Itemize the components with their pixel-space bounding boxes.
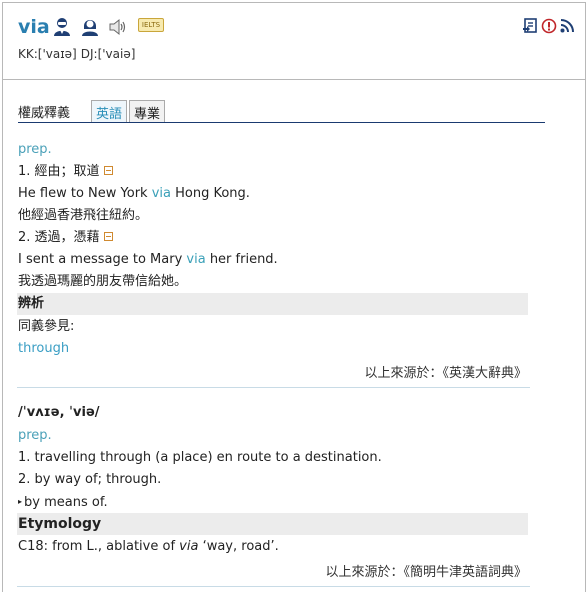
- tab-professional[interactable]: 專業: [129, 100, 166, 122]
- example-1: He flew to New York via Hong Kong.: [18, 185, 250, 203]
- speaker-icon[interactable]: [108, 17, 128, 37]
- source-citation: 以上來源於：《英漢大辭典》: [364, 366, 527, 381]
- male-voice-icon[interactable]: [53, 17, 71, 37]
- sense-2: 2. by way of; through.: [18, 472, 162, 487]
- tab-english[interactable]: 英語: [91, 100, 128, 122]
- triangle-bullet-icon: ▸: [18, 497, 23, 506]
- example-2-translation: 我透過瑪麗的朋友帶信給她。: [18, 274, 188, 289]
- example-2-headword: via: [186, 252, 206, 267]
- pronunciation: KK:['vaɪə] DJ:['vaiə]: [18, 47, 139, 61]
- example-1-translation: 他經過香港飛往紐約。: [18, 208, 149, 223]
- entry-divider: [17, 586, 530, 587]
- sense-1-text: 1. 經由；取道: [18, 164, 100, 179]
- etymology-before: C18: from L., ablative of: [18, 539, 180, 554]
- sense-1: 1. 經由；取道: [18, 163, 113, 181]
- sense-3: ▸ by means of.: [18, 493, 108, 512]
- analysis-band: [17, 293, 528, 315]
- etymology-after: ‘way, road’.: [198, 539, 279, 554]
- sense-2-text: 2. 透過，憑藉: [18, 230, 100, 245]
- word-header: via IELTS KK:['vaɪə] DJ:['vaiə]: [2, 2, 586, 80]
- etymology-text: C18: from L., ablative of via ‘way, road…: [18, 538, 279, 556]
- example-1-after: Hong Kong.: [170, 186, 250, 201]
- section-title: 權威釋義: [18, 106, 71, 121]
- kk-pronunciation: KK:['vaɪə]: [18, 47, 77, 61]
- example-2-after: her friend.: [205, 252, 278, 267]
- collapse-icon[interactable]: [103, 166, 113, 175]
- example-1-before: He flew to New York: [18, 186, 152, 201]
- rss-icon[interactable]: [559, 18, 575, 34]
- etymology-word: via: [179, 539, 199, 554]
- part-of-speech: prep.: [18, 428, 52, 443]
- example-2: I sent a message to Mary via her friend.: [18, 251, 278, 269]
- ielts-badge: IELTS: [138, 18, 164, 32]
- sense-1: 1. travelling through (a place) en route…: [18, 450, 382, 465]
- wordbook-icon[interactable]: [522, 18, 538, 34]
- example-1-headword: via: [151, 186, 171, 201]
- source-citation: 以上來源於：《簡明牛津英語詞典》: [325, 565, 527, 580]
- sense-3-text: by means of.: [24, 495, 108, 510]
- synonym-label: 同義參見:: [18, 319, 75, 334]
- headword: via: [18, 16, 50, 38]
- definition-panel: 權威釋義 英語 專業 prep. 1. 經由；取道 He flew to New…: [2, 80, 586, 592]
- ipa-pronunciation: /ˈvʌɪə, ˈviə/: [18, 405, 100, 420]
- report-icon[interactable]: [541, 18, 557, 34]
- part-of-speech: prep.: [18, 142, 52, 157]
- dj-pronunciation: DJ:['vaiə]: [80, 47, 136, 61]
- sense-2: 2. 透過，憑藉: [18, 229, 113, 247]
- example-2-before: I sent a message to Mary: [18, 252, 187, 267]
- entry-divider: [17, 387, 530, 388]
- collapse-icon[interactable]: [103, 232, 113, 241]
- etymology-heading: Etymology: [18, 516, 102, 532]
- synonym-link-through[interactable]: through: [18, 340, 69, 358]
- female-voice-icon[interactable]: [81, 17, 99, 37]
- analysis-heading: 辨析: [18, 296, 45, 311]
- tab-bar: 權威釋義 英語 專業: [18, 100, 545, 123]
